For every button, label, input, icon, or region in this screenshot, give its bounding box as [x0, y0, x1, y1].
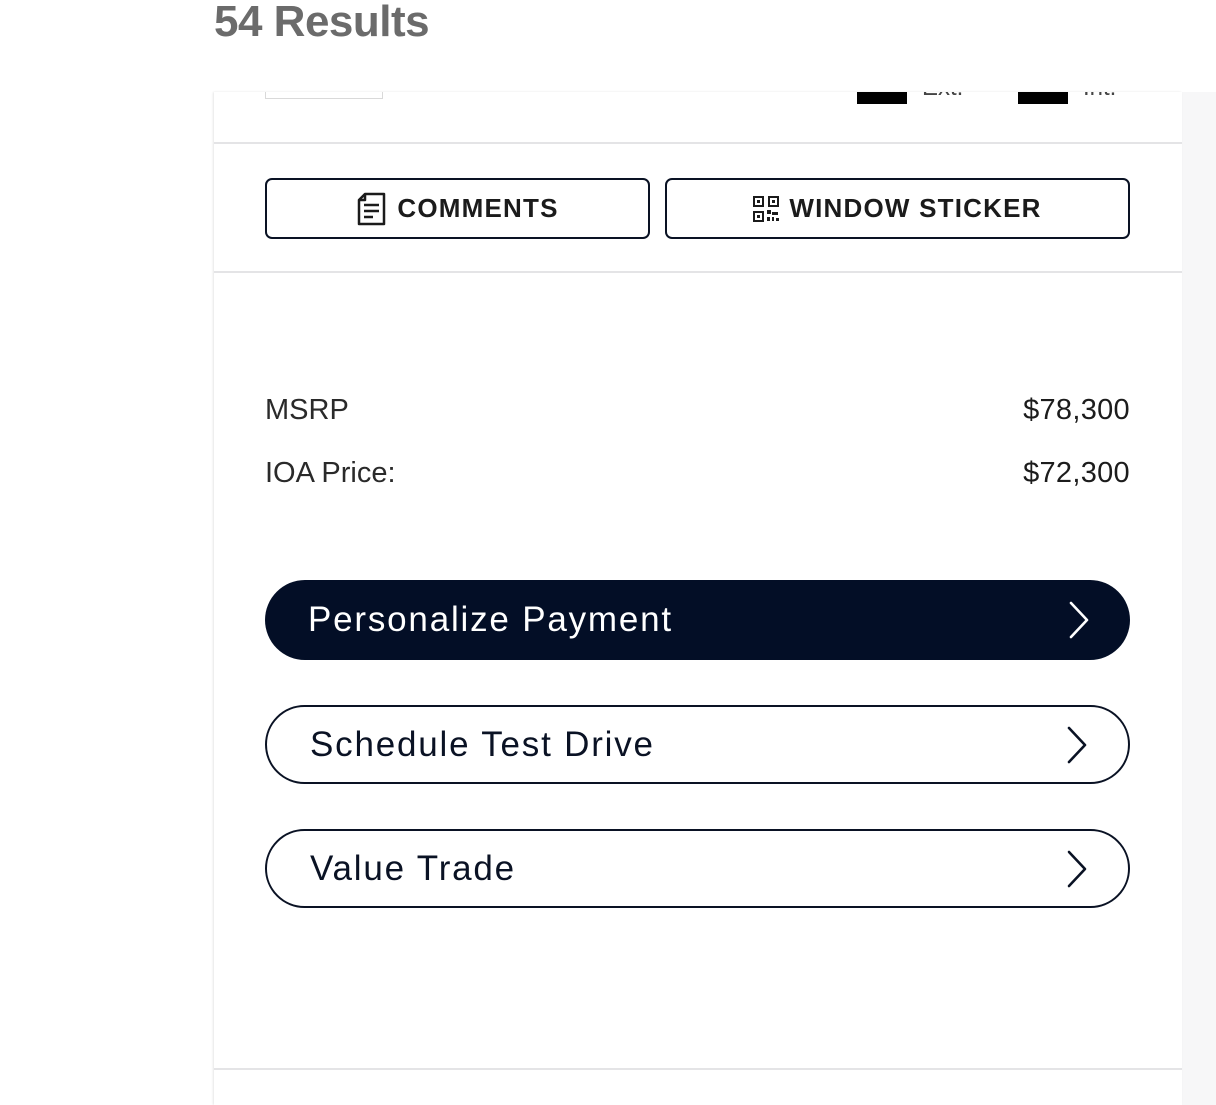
document-icon — [356, 192, 387, 226]
comments-button-label: COMMENTS — [397, 193, 559, 223]
msrp-row: MSRP $78,300 — [265, 394, 1130, 427]
comments-button[interactable]: COMMENTS — [265, 178, 650, 239]
exterior-color-label: Ext. — [922, 92, 963, 100]
schedule-test-drive-button[interactable]: Schedule Test Drive — [265, 705, 1130, 784]
qr-code-icon — [753, 195, 780, 222]
personalize-payment-label: Personalize Payment — [308, 600, 673, 639]
ioa-price-value: $72,300 — [1023, 457, 1130, 489]
msrp-label: MSRP — [265, 394, 349, 426]
vehicle-card: Ext. Int. COMMENTS — [214, 92, 1182, 1105]
exterior-color-swatch — [857, 92, 907, 104]
vehicle-thumbnail[interactable] — [265, 92, 383, 99]
window-sticker-button[interactable]: WINDOW STICKER — [665, 178, 1130, 239]
divider — [214, 271, 1182, 273]
interior-color-swatch — [1018, 92, 1068, 104]
page-background-strip — [1182, 92, 1216, 1105]
chevron-right-icon — [1066, 726, 1088, 764]
chevron-right-icon — [1066, 850, 1088, 888]
interior-color-label: Int. — [1083, 92, 1116, 100]
window-sticker-button-label: WINDOW STICKER — [789, 193, 1042, 223]
divider — [214, 1068, 1182, 1070]
ioa-price-label: IOA Price: — [265, 457, 396, 489]
value-trade-button[interactable]: Value Trade — [265, 829, 1130, 908]
schedule-test-drive-label: Schedule Test Drive — [310, 724, 655, 764]
ioa-price-row: IOA Price: $72,300 — [265, 457, 1130, 490]
results-count-heading: 54 Results — [214, 0, 430, 46]
msrp-value: $78,300 — [1023, 394, 1130, 426]
page: 54 Results Ext. Int. COMMENTS — [0, 0, 1216, 1105]
chevron-right-icon — [1068, 601, 1090, 639]
value-trade-label: Value Trade — [310, 848, 516, 888]
vehicle-options-row: Ext. Int. — [214, 92, 1182, 143]
divider — [214, 142, 1182, 144]
personalize-payment-button[interactable]: Personalize Payment — [265, 580, 1130, 660]
